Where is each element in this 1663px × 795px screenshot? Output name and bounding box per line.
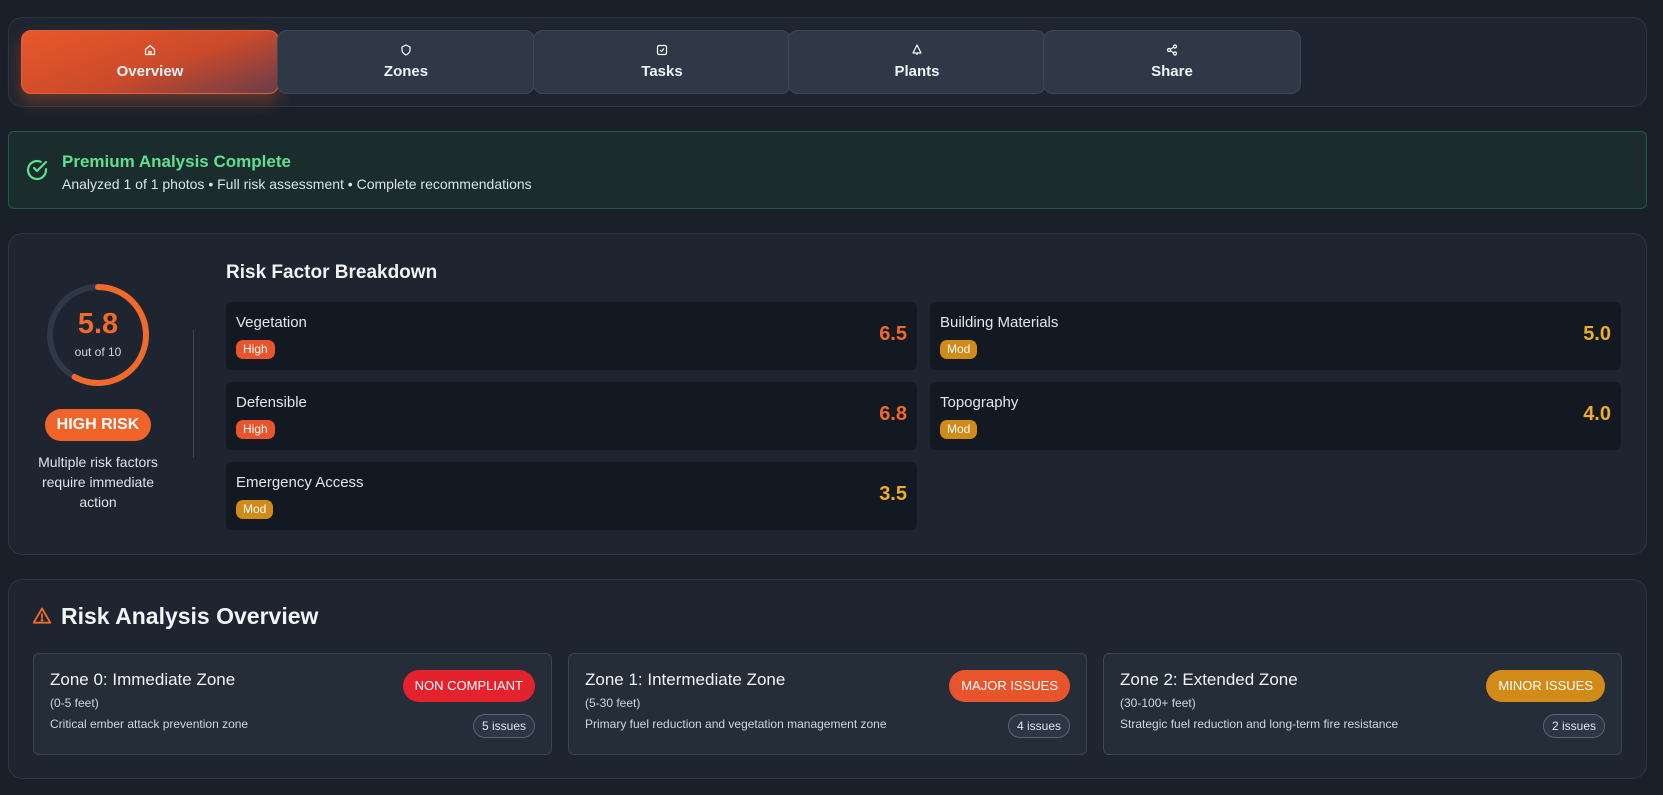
- tab-label: Zones: [383, 63, 429, 80]
- alert-title: Premium Analysis Complete: [62, 152, 291, 171]
- risk-score-panel: 5.8 out of 10 HIGH RISK Multiple risk fa…: [8, 233, 1647, 555]
- zone-issues-badge: 2 issues: [1542, 714, 1605, 738]
- factor-name: Vegetation: [236, 314, 307, 331]
- divider: [193, 330, 194, 458]
- factor-name: Topography: [940, 394, 1019, 411]
- factor-score: 4.0: [1583, 403, 1611, 425]
- tab-share[interactable]: Share: [1043, 30, 1301, 94]
- factor-card-vegetation: Vegetation High 6.5: [226, 302, 917, 370]
- factor-level-badge: Mod: [940, 340, 978, 359]
- tree-icon: [912, 44, 922, 55]
- home-icon: [144, 44, 156, 56]
- tab-zones[interactable]: Zones: [277, 30, 535, 94]
- zone-status-badge: MAJOR ISSUES: [949, 670, 1070, 702]
- factor-card-building-materials: Building Materials Mod 5.0: [930, 302, 1621, 370]
- tab-label: Tasks: [641, 63, 683, 80]
- tab-bar: Overview Zones Tasks Plants Share: [8, 17, 1647, 107]
- factor-level-badge: High: [236, 420, 275, 439]
- factor-score: 3.5: [879, 483, 907, 505]
- tab-label: Plants: [894, 63, 940, 80]
- risk-score-scale: out of 10: [74, 345, 122, 359]
- factor-score: 5.0: [1583, 323, 1611, 345]
- tab-tasks[interactable]: Tasks: [533, 30, 791, 94]
- factor-card-emergency-access: Emergency Access Mod 3.5: [226, 462, 917, 530]
- factor-name: Defensible: [236, 394, 307, 411]
- factor-score: 6.5: [879, 323, 907, 345]
- zone-name: Zone 1: Intermediate Zone: [585, 670, 786, 689]
- risk-score-value: 5.8: [77, 308, 119, 340]
- tab-plants[interactable]: Plants: [788, 30, 1046, 94]
- tab-overview[interactable]: Overview: [21, 30, 279, 94]
- analysis-title: Risk Analysis Overview: [61, 603, 319, 629]
- shield-icon: [401, 44, 411, 56]
- tab-label: Overview: [116, 63, 184, 80]
- factor-card-topography: Topography Mod 4.0: [930, 382, 1621, 450]
- zone-card-2[interactable]: Zone 2: Extended Zone (30-100+ feet) Str…: [1103, 653, 1622, 755]
- zone-description: Strategic fuel reduction and long-term f…: [1120, 717, 1399, 731]
- warning-triangle-icon: [32, 607, 52, 624]
- zone-name: Zone 0: Immediate Zone: [50, 670, 236, 689]
- zone-status-badge: MINOR ISSUES: [1486, 670, 1605, 702]
- zone-range: (5-30 feet): [585, 696, 641, 710]
- factor-level-badge: High: [236, 340, 275, 359]
- factor-name: Building Materials: [940, 314, 1059, 331]
- zone-description: Primary fuel reduction and vegetation ma…: [585, 717, 887, 731]
- share-icon: [1166, 44, 1178, 56]
- zone-issues-badge: 5 issues: [472, 714, 535, 738]
- breakdown-title: Risk Factor Breakdown: [226, 262, 438, 283]
- tab-label: Share: [1151, 63, 1193, 80]
- zone-status-badge: NON COMPLIANT: [402, 670, 535, 702]
- zone-description: Critical ember attack prevention zone: [50, 717, 249, 731]
- check-square-icon: [656, 44, 668, 56]
- factor-name: Emergency Access: [236, 474, 364, 491]
- check-circle-icon: [26, 159, 48, 181]
- risk-level-badge: HIGH RISK: [45, 409, 151, 441]
- zone-range: (30-100+ feet): [1120, 696, 1196, 710]
- factor-score: 6.8: [879, 403, 907, 425]
- risk-description: Multiple risk factors require immediate …: [38, 454, 158, 510]
- factor-card-defensible: Defensible High 6.8: [226, 382, 917, 450]
- zone-name: Zone 2: Extended Zone: [1120, 670, 1298, 689]
- zone-card-1[interactable]: Zone 1: Intermediate Zone (5-30 feet) Pr…: [568, 653, 1087, 755]
- analysis-complete-alert: Premium Analysis Complete Analyzed 1 of …: [8, 131, 1647, 209]
- factor-level-badge: Mod: [236, 500, 274, 519]
- zone-issues-badge: 4 issues: [1007, 714, 1070, 738]
- risk-analysis-panel: Risk Analysis Overview Zone 0: Immediate…: [8, 579, 1647, 779]
- zone-card-0[interactable]: Zone 0: Immediate Zone (0-5 feet) Critic…: [33, 653, 552, 755]
- alert-description: Analyzed 1 of 1 photos • Full risk asses…: [62, 176, 532, 192]
- zone-range: (0-5 feet): [50, 696, 99, 710]
- factor-level-badge: Mod: [940, 420, 978, 439]
